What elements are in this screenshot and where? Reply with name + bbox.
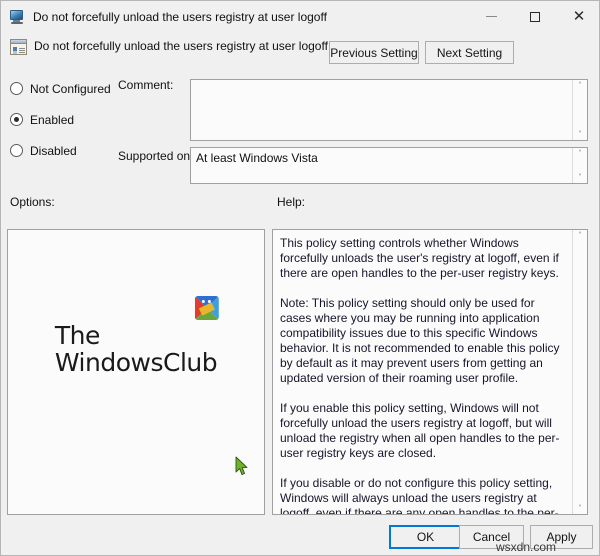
close-icon: ✕ [572,7,586,25]
comment-label: Comment: [118,78,174,92]
minimize-icon [485,16,497,17]
comment-scrollbar[interactable]: ˄ ˅ [572,80,587,140]
window-title: Do not forcefully unload the users regis… [33,9,327,24]
options-label: Options: [10,195,55,209]
ok-button[interactable]: OK [389,525,462,549]
scroll-up-icon[interactable]: ˄ [578,148,582,159]
help-paragraph: Note: This policy setting should only be… [280,296,560,385]
watermark-text: wsxdn.com [496,540,557,554]
supported-on-value[interactable]: At least Windows Vista [191,148,572,183]
monitor-policy-icon [10,9,26,25]
help-scrollbar[interactable]: ˄ ˅ [572,230,587,514]
scroll-down-icon[interactable]: ˅ [578,172,582,183]
scroll-down-icon[interactable]: ˅ [578,129,582,140]
help-paragraph: If you disable or do not configure this … [280,476,559,514]
pinwheel-logo-icon [195,296,220,320]
scroll-up-icon[interactable]: ˄ [578,230,582,241]
previous-setting-button[interactable]: Previous Setting [329,41,419,64]
title-bar: Do not forcefully unload the users regis… [1,1,599,32]
supported-on-scrollbar[interactable]: ˄ ˅ [572,148,587,183]
close-button[interactable]: ✕ [557,1,599,32]
radio-disabled-label: Disabled [30,143,77,158]
maximize-icon [530,11,540,22]
radio-enabled-indicator [10,113,23,126]
radio-enabled[interactable]: Enabled [1,108,181,131]
scroll-down-icon[interactable]: ˅ [578,503,582,514]
policy-title: Do not forcefully unload the users regis… [34,39,328,53]
help-paragraph: If you enable this policy setting, Windo… [280,401,560,460]
next-setting-button[interactable]: Next Setting [425,41,514,64]
options-panel: The Windows Club [7,229,265,515]
minimize-button[interactable] [469,1,513,32]
help-panel: This policy setting controls whether Win… [272,229,588,515]
policy-setting-dialog: Do not forcefully unload the users regis… [0,0,600,556]
radio-not-configured-indicator [10,82,23,95]
radio-enabled-label: Enabled [30,112,75,127]
window-controls: ✕ [469,1,599,32]
comment-value[interactable] [191,80,572,140]
logo-line-2: Windows [54,348,164,377]
radio-disabled-indicator [10,144,23,157]
logo-line-3: Club [162,348,218,377]
maximize-button[interactable] [513,1,557,32]
group-policy-setting-icon [10,39,27,55]
help-label: Help: [277,195,306,209]
scroll-up-icon[interactable]: ˄ [578,80,582,91]
supported-on-textarea[interactable]: At least Windows Vista ˄ ˅ [190,147,588,184]
windows-club-logo: The Windows Club [8,230,264,514]
supported-on-label: Supported on: [118,149,194,163]
radio-not-configured-label: Not Configured [30,81,111,96]
help-paragraph: This policy setting controls whether Win… [280,236,559,280]
comment-textarea[interactable]: ˄ ˅ [190,79,588,141]
logo-line-1: The [54,321,101,350]
help-text: This policy setting controls whether Win… [273,230,572,514]
